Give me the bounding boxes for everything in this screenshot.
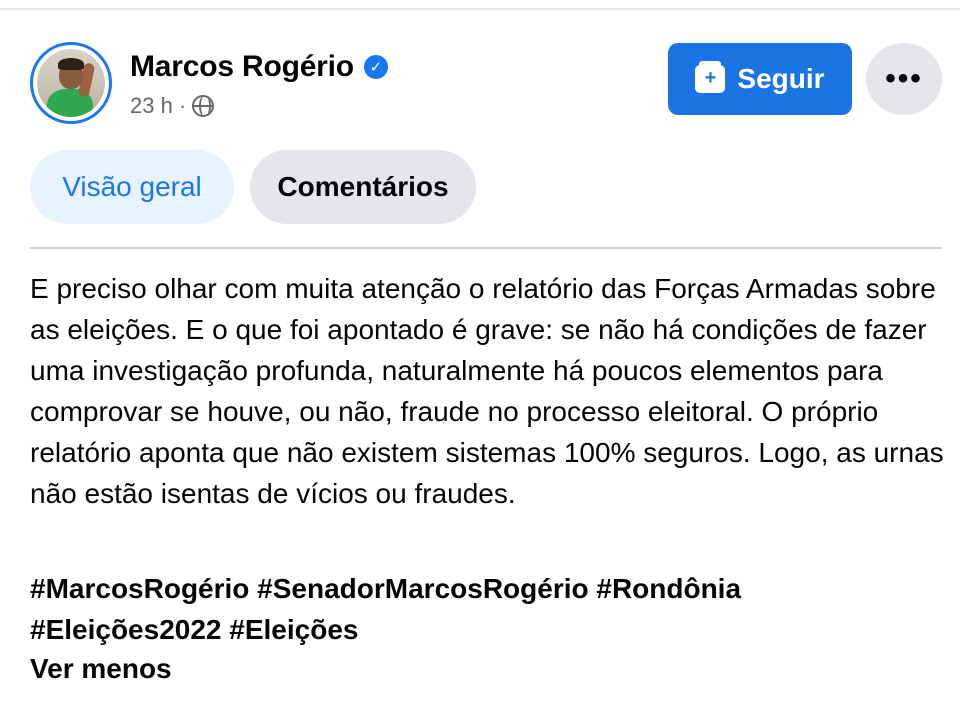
more-dots-icon: ••• — [885, 62, 923, 95]
section-divider — [30, 247, 942, 249]
tab-overview[interactable]: Visão geral — [30, 150, 234, 224]
more-options-button[interactable]: ••• — [866, 43, 942, 115]
profile-photo — [37, 49, 105, 117]
follow-plus-icon: + — [695, 61, 726, 93]
post-timestamp[interactable]: 23 h — [130, 93, 173, 119]
see-less-link[interactable]: Ver menos — [30, 650, 172, 688]
author-row: Marcos Rogério ✓ — [130, 50, 388, 84]
post-tabs: Visão geral Comentários — [30, 150, 476, 224]
follow-label: Seguir — [737, 63, 825, 94]
top-divider — [0, 8, 960, 10]
globe-icon[interactable] — [192, 95, 215, 117]
follow-button[interactable]: + Seguir — [668, 43, 852, 115]
avatar[interactable] — [30, 42, 112, 124]
author-name[interactable]: Marcos Rogério — [130, 50, 354, 84]
post-header: Marcos Rogério ✓ 23 h · + Seguir ••• — [30, 42, 942, 126]
verified-check-icon: ✓ — [363, 55, 388, 79]
hashtags-line-1[interactable]: #MarcosRogério #SenadorMarcosRogério #Ro… — [30, 568, 945, 609]
post-body: E preciso olhar com muita atenção o rela… — [30, 273, 944, 509]
meta-separator: · — [178, 93, 187, 118]
hashtags-line-2[interactable]: #Eleições2022 #Eleições — [30, 609, 945, 650]
post-meta: 23 h · — [130, 92, 215, 120]
post-hashtags: #MarcosRogério #SenadorMarcosRogério #Ro… — [30, 568, 945, 650]
tab-comments[interactable]: Comentários — [250, 150, 476, 224]
